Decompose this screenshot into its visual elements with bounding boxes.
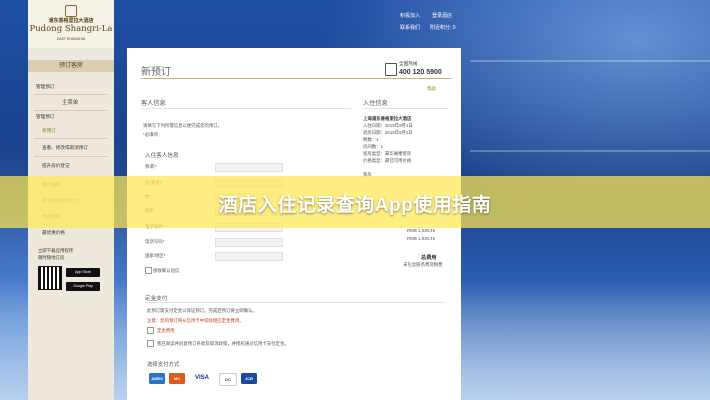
logo-english-name: Pudong Shangri-La bbox=[29, 24, 113, 34]
mastercard-card-icon[interactable]: MC bbox=[169, 373, 185, 384]
divider bbox=[34, 138, 108, 139]
divider bbox=[34, 94, 108, 95]
guest-subheading: 入住客人信息 bbox=[145, 153, 179, 159]
visa-card-icon[interactable]: VISA bbox=[191, 373, 213, 384]
stay-info-heading: 入住信息 bbox=[363, 100, 388, 107]
divider bbox=[34, 156, 108, 157]
banner-title: 酒店入住记录查询App使用指南 bbox=[218, 195, 492, 216]
field-label-phone: 电话号码* bbox=[145, 239, 165, 244]
rooms-count: 房间数：1 bbox=[363, 144, 384, 149]
logo-chinese-name: 浦东香格里拉大酒店 bbox=[48, 18, 94, 24]
sms-label: 接收确认短信 bbox=[153, 268, 180, 273]
sms-checkbox[interactable] bbox=[145, 267, 152, 274]
region-select[interactable] bbox=[215, 252, 283, 261]
checkin-date: 入住日期：2019年9月1日 bbox=[363, 123, 413, 128]
sidebar-item-new-booking[interactable]: 新预订 bbox=[42, 128, 56, 134]
sidebar-head-book-rooms[interactable]: 预订客房 bbox=[28, 60, 114, 72]
deposit-heading: 定金支付 bbox=[145, 296, 168, 302]
deposit-note: 此预订需支付定金以保证预订。完成后预订将立即确认。 bbox=[147, 308, 257, 313]
jcb-card-icon[interactable]: JCB bbox=[241, 373, 257, 384]
app-store-button[interactable]: App Store bbox=[66, 268, 100, 277]
top-link-contact[interactable]: 联系我们 bbox=[400, 24, 420, 31]
phone-icon bbox=[385, 63, 397, 76]
hotline-label: 全国热线 bbox=[399, 61, 418, 66]
required-note: *必填项 bbox=[143, 132, 158, 137]
payment-heading: 选择支付方式 bbox=[147, 362, 180, 368]
top-link-join[interactable]: 积极加入 bbox=[400, 12, 420, 19]
sidebar-item-view-modify[interactable]: 查看、修改或取消预订 bbox=[42, 145, 88, 151]
divider bbox=[141, 108, 351, 109]
ceiling-light-beam bbox=[470, 150, 710, 152]
price-line-2: RMB 1,836.45 bbox=[407, 236, 436, 241]
diners-card-icon[interactable]: DC bbox=[219, 373, 237, 386]
divider bbox=[145, 302, 445, 303]
agree-terms-label: 我已阅读并同意预订条款及取消政策，并授权通过信用卡支付定金。 bbox=[157, 341, 289, 346]
sidebar-item-upgrade[interactable]: 提升房价登记 bbox=[42, 163, 70, 169]
page-title: 新预订 bbox=[141, 67, 171, 78]
deposit-warning: 注意：您的预订将从信用卡中扣除相应定金费用。 bbox=[147, 318, 244, 323]
salutation-select[interactable] bbox=[215, 163, 283, 172]
top-link-login[interactable]: 登录酒店 bbox=[432, 12, 452, 19]
deposit-option-label: 定金费用 bbox=[157, 328, 175, 333]
field-label-salutation: 称谓:* bbox=[145, 164, 157, 169]
nights-count: 晚数：1 bbox=[363, 137, 379, 142]
guest-info-heading: 客人信息 bbox=[141, 100, 166, 107]
qr-code-icon bbox=[38, 266, 62, 290]
total-note: 未包含服务费及税费 bbox=[403, 262, 443, 267]
divider bbox=[34, 110, 108, 111]
app-promo-line-2: 随时随地订房 bbox=[38, 255, 65, 260]
checkout-date: 退房日期：2019年9月2日 bbox=[363, 130, 413, 135]
sidebar-head-main-menu: 主菜单 bbox=[62, 100, 79, 106]
app-promo-line-1: 立即下载应用程序 bbox=[38, 248, 74, 253]
guest-note: 请填写下列所需信息以便完成您的预订。 bbox=[143, 123, 223, 128]
total-label: 总费用 bbox=[421, 255, 437, 261]
hotel-logo[interactable]: 浦东香格里拉大酒店 Pudong Shangri-La EAST SHANGHA… bbox=[28, 0, 114, 48]
google-play-button[interactable]: Google Play bbox=[66, 282, 100, 291]
ceiling-light-beam bbox=[470, 60, 710, 62]
amex-card-icon[interactable]: AMEX bbox=[149, 373, 165, 384]
title-divider bbox=[141, 78, 451, 79]
rate-type: 价格类型：最佳可用价格 bbox=[363, 158, 412, 163]
hotline-number: 400 120 5900 bbox=[399, 69, 442, 76]
sidebar-item-best-rate[interactable]: 最优惠价格 bbox=[42, 230, 65, 236]
logo-subtitle: EAST SHANGHAI bbox=[56, 37, 86, 41]
points-readout: 附近积分: 0 bbox=[430, 25, 456, 31]
deposit-option-radio[interactable] bbox=[147, 327, 154, 334]
help-link[interactable]: 帮助 bbox=[427, 86, 436, 92]
phone-input[interactable] bbox=[215, 238, 283, 247]
divider bbox=[363, 108, 449, 109]
agree-terms-checkbox[interactable] bbox=[147, 340, 154, 347]
field-label-region: 国家/地区* bbox=[145, 253, 166, 258]
sidebar-group-title: 管理预订 bbox=[36, 114, 55, 119]
hotel-name: 上海浦东香格里拉大酒店 bbox=[363, 116, 412, 121]
room-type: 客房类型：豪华阁楼客房 bbox=[363, 151, 412, 156]
price-line-1: RMB 1,836.45 bbox=[407, 228, 436, 233]
sidebar-item-manage-booking[interactable]: 管理预订 bbox=[36, 84, 54, 90]
shangri-la-emblem-icon bbox=[65, 5, 77, 17]
